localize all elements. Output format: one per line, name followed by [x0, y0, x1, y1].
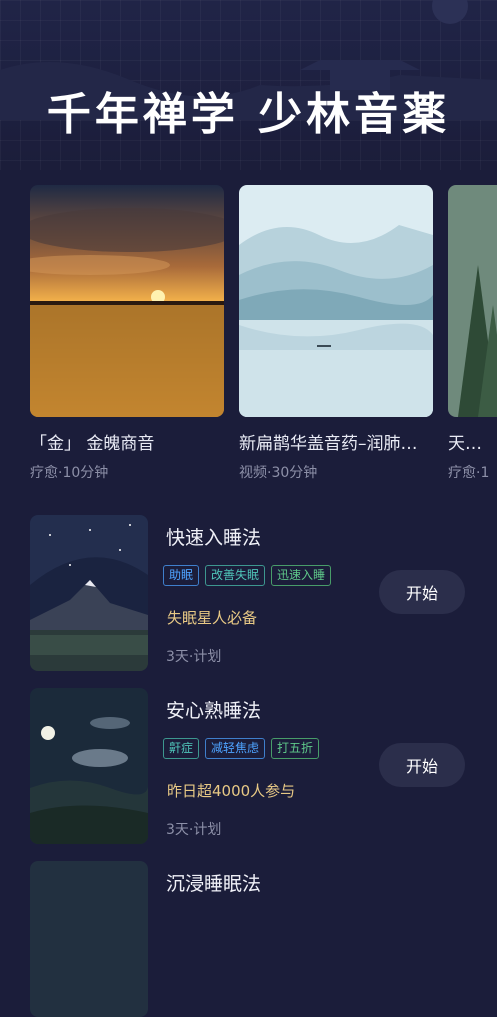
- plan-tag: 减轻焦虑: [205, 738, 266, 759]
- card-thumbnail-sunset-field: [30, 185, 224, 417]
- plan-tag: 鼾症: [163, 738, 200, 759]
- start-button[interactable]: 开始: [379, 570, 465, 614]
- plan-tag: 改善失眠: [205, 565, 266, 586]
- plan-item[interactable]: 安心熟睡法 鼾症 减轻焦虑 打五折 昨日超4000人参与 3天·计划 开始: [30, 688, 470, 844]
- plan-title: 快速入睡法: [166, 527, 262, 549]
- plan-tags: 鼾症 减轻焦虑 打五折: [163, 738, 320, 759]
- carousel-card[interactable]: 新扁鹊华盖音药–润肺… 视频·30分钟: [239, 185, 433, 482]
- plan-meta: 3天·计划: [166, 822, 222, 838]
- card-meta: 疗愈·10分钟: [30, 465, 109, 481]
- plan-meta: 3天·计划: [166, 649, 222, 665]
- carousel-card[interactable]: 天池音 疗愈·1: [448, 185, 497, 482]
- card-meta: 疗愈·1: [448, 465, 490, 481]
- plan-item[interactable]: 快速入睡法 助眠 改善失眠 迅速入睡 失眠星人必备 3天·计划 开始: [30, 515, 470, 671]
- card-meta: 视频·30分钟: [239, 465, 318, 481]
- page-title: 千年禅学 少林音薬: [46, 89, 451, 140]
- plan-thumbnail-starry-mountain: [30, 515, 148, 671]
- plan-highlight: 昨日超4000人参与: [167, 782, 296, 800]
- plan-tag: 助眠: [163, 565, 200, 586]
- plan-tag: 打五折: [271, 738, 320, 759]
- start-button[interactable]: 开始: [379, 743, 465, 787]
- plan-thumbnail: [30, 861, 148, 1017]
- card-title: 新扁鹊华盖音药–润肺…: [239, 434, 418, 454]
- plan-item[interactable]: 沉浸睡眠法: [30, 861, 470, 1017]
- plan-tags: 助眠 改善失眠 迅速入睡: [163, 565, 332, 586]
- card-thumbnail-forest: [448, 185, 497, 417]
- plan-thumbnail-moon-night: [30, 688, 148, 844]
- carousel-card[interactable]: 「金」 金魄商音 疗愈·10分钟: [30, 185, 224, 482]
- card-thumbnail-misty-mountains: [239, 185, 433, 417]
- card-title: 「金」 金魄商音: [30, 434, 155, 454]
- plan-tag: 迅速入睡: [271, 565, 332, 586]
- plan-highlight: 失眠星人必备: [167, 609, 258, 627]
- plan-title: 安心熟睡法: [166, 700, 262, 722]
- card-title: 天池音: [448, 434, 497, 454]
